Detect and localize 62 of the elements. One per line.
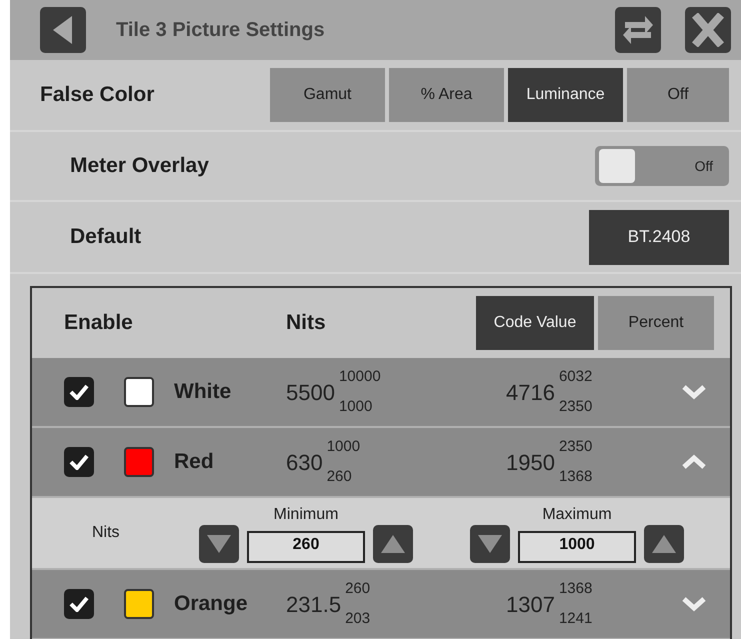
value-text: 231.5 bbox=[286, 590, 342, 618]
toggle-switch[interactable]: Off bbox=[595, 146, 729, 186]
min-value: 1368 bbox=[558, 466, 592, 486]
setting-label: False Color bbox=[40, 82, 156, 108]
chevron-icon bbox=[681, 454, 707, 470]
down-triangle-icon bbox=[477, 533, 503, 555]
up-triangle-icon bbox=[651, 533, 677, 555]
checkbox[interactable] bbox=[64, 377, 94, 407]
color-name: White bbox=[174, 379, 232, 406]
close-button[interactable] bbox=[685, 7, 731, 53]
column-header: Nits bbox=[286, 310, 327, 336]
window-title: Tile 3 Picture Settings bbox=[116, 18, 326, 43]
max-value: 260 bbox=[345, 579, 370, 599]
max-value: 10000 bbox=[338, 367, 381, 387]
field-label: Maximum bbox=[542, 505, 612, 525]
min-value: 2350 bbox=[558, 396, 592, 416]
increment-button[interactable] bbox=[644, 525, 684, 563]
min-value: 1000 bbox=[338, 396, 374, 416]
left-triangle-icon bbox=[52, 15, 74, 45]
setting-label: Meter Overlay bbox=[70, 153, 210, 180]
max-value: 1000 bbox=[326, 437, 360, 457]
checkbox[interactable] bbox=[64, 589, 94, 619]
back-button[interactable] bbox=[40, 7, 86, 53]
mode-option[interactable]: Off bbox=[627, 68, 729, 122]
min-value: 260 bbox=[326, 466, 353, 486]
value-field[interactable]: 260 bbox=[247, 531, 365, 563]
min-value: 1241 bbox=[558, 608, 592, 628]
default-button[interactable]: BT.2408 bbox=[589, 210, 729, 264]
up-triangle-icon bbox=[380, 533, 406, 555]
max-value: 6032 bbox=[558, 367, 592, 387]
value-text: 1307 bbox=[506, 590, 555, 618]
editor-label: Nits bbox=[92, 523, 121, 543]
decrement-button[interactable] bbox=[199, 525, 239, 563]
min-value: 203 bbox=[345, 608, 370, 628]
max-value: 1368 bbox=[558, 579, 592, 599]
increment-button[interactable] bbox=[373, 525, 413, 563]
mode-option[interactable]: Luminance bbox=[508, 68, 623, 122]
color-name: Orange bbox=[174, 591, 249, 618]
field-label: Minimum bbox=[274, 505, 338, 525]
mode-option[interactable]: Gamut bbox=[270, 68, 385, 122]
checkmark-icon bbox=[69, 384, 89, 400]
max-value: 2350 bbox=[558, 437, 592, 457]
value-text: 5500 bbox=[286, 378, 335, 406]
value-field[interactable]: 1000 bbox=[518, 531, 636, 563]
value-text: 630 bbox=[286, 448, 323, 476]
down-triangle-icon bbox=[206, 533, 232, 555]
setting-label: Default bbox=[70, 224, 142, 250]
close-icon bbox=[692, 13, 724, 47]
chevron-icon bbox=[681, 384, 707, 400]
decrement-button[interactable] bbox=[470, 525, 510, 563]
column-header: Enable bbox=[64, 310, 134, 336]
checkmark-icon bbox=[69, 454, 89, 470]
value-text: 4716 bbox=[506, 378, 555, 406]
checkmark-icon bbox=[69, 596, 89, 612]
chevron-icon bbox=[681, 596, 707, 612]
mode-option[interactable]: % Area bbox=[389, 68, 504, 122]
swap-button[interactable] bbox=[615, 7, 661, 53]
unit-option[interactable]: Percent bbox=[598, 296, 714, 350]
color-name: Red bbox=[174, 449, 215, 476]
value-text: 1950 bbox=[506, 448, 555, 476]
unit-option[interactable]: Code Value bbox=[476, 296, 594, 350]
checkbox[interactable] bbox=[64, 447, 94, 477]
